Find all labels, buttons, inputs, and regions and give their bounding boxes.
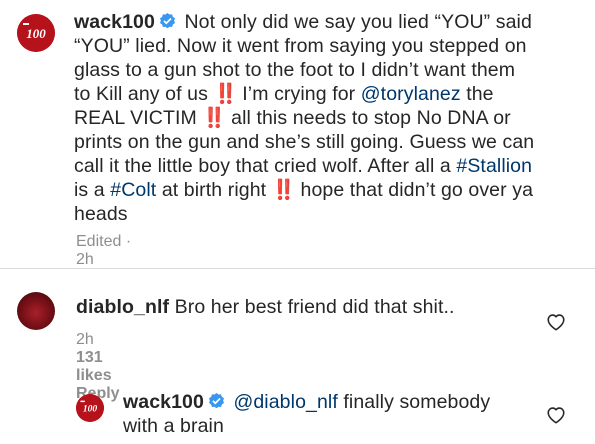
username-diablo[interactable]: diablo_nlf xyxy=(76,296,169,318)
verified-badge-icon xyxy=(208,393,224,409)
comment-text: glass to a gun shot to the foot to I did… xyxy=(74,58,589,82)
hashtag-link[interactable]: #Stallion xyxy=(456,155,532,177)
double-exclamation-icon: ‼️ xyxy=(271,179,296,201)
comment-line-1: wack100 Not only did we say you lied “YO… xyxy=(74,10,589,34)
comment-text: Not only did we say you lied “YOU” said xyxy=(184,11,531,33)
comment-text: Bro her best friend did that shit.. xyxy=(174,296,455,318)
comment-text: heads xyxy=(74,202,589,226)
comment-text-run: to Kill any of us xyxy=(74,83,214,105)
like-heart-icon[interactable] xyxy=(546,406,566,424)
likes-count[interactable]: 131 likes xyxy=(76,349,112,384)
comment-meta: Edited · 2h xyxy=(76,233,143,269)
svg-text:100: 100 xyxy=(26,26,46,41)
wack100-logo-icon: 100 xyxy=(17,14,55,52)
comment-text: with a brain xyxy=(123,414,543,438)
comment-text-run: hope that didn’t go over ya xyxy=(294,179,534,201)
avatar-wack100[interactable]: 100 xyxy=(17,14,55,52)
comment-time: 2h xyxy=(76,331,94,348)
comment-body: wack100 @diablo_nlf finally somebody wit… xyxy=(123,390,543,438)
comment-text: REAL VICTIM ‼️ all this needs to stop No… xyxy=(74,106,589,130)
username-wack100[interactable]: wack100 xyxy=(74,11,155,33)
double-exclamation-icon: ‼️ xyxy=(202,107,226,129)
comment-text-run: call it the little boy that cried wolf. … xyxy=(74,155,457,177)
wack100-logo-icon: 100 xyxy=(76,394,104,422)
comment-text-run: I’m crying for xyxy=(236,83,361,105)
comment-text: is a #Colt at birth right ‼️ hope that d… xyxy=(74,178,589,202)
username-wack100[interactable]: wack100 xyxy=(123,391,204,413)
comment-text-run: REAL VICTIM xyxy=(74,107,203,129)
edited-timestamp: Edited · 2h xyxy=(76,233,132,268)
comment-text-run: heads xyxy=(74,203,128,225)
comment-text-run: with a brain xyxy=(123,415,224,437)
comment-text: prints on the gun and she’s still going.… xyxy=(74,130,589,154)
hashtag-link[interactable]: #Colt xyxy=(110,179,156,201)
mention-link[interactable]: @diablo_nlf xyxy=(233,391,337,413)
comment-body: diablo_nlf Bro her best friend did that … xyxy=(76,295,546,319)
comment-text-run: is a xyxy=(74,179,111,201)
avatar-diablo[interactable] xyxy=(17,292,55,330)
comment-text-run: at birth right xyxy=(156,179,272,201)
verified-badge-icon xyxy=(159,13,175,29)
comment-text-run: Not only did we say you lied “YOU” said xyxy=(184,11,532,33)
comment-text-run: “YOU” lied. Now it went from saying you … xyxy=(74,35,527,57)
divider xyxy=(0,268,595,269)
comment-text-run: the xyxy=(460,83,494,105)
comment-text: to Kill any of us ‼️ I’m crying for @tor… xyxy=(74,82,589,106)
like-heart-icon[interactable] xyxy=(546,313,566,331)
svg-text:100: 100 xyxy=(83,404,98,415)
comment-text-run: glass to a gun shot to the foot to I did… xyxy=(74,59,516,81)
comment-text: @diablo_nlf finally somebody xyxy=(233,391,490,413)
comment-text: call it the little boy that cried wolf. … xyxy=(74,154,589,178)
comment-text: “YOU” lied. Now it went from saying you … xyxy=(74,34,589,58)
comment-text-run: finally somebody xyxy=(337,391,491,413)
comment-text-run: all this needs to stop No DNA or xyxy=(225,107,511,129)
comment-text-run: prints on the gun and she’s still going.… xyxy=(74,131,535,153)
mention-link[interactable]: @torylanez xyxy=(361,83,461,105)
avatar-wack100[interactable]: 100 xyxy=(76,394,104,422)
comment-line-1: wack100 @diablo_nlf finally somebody xyxy=(123,390,543,414)
comment-body: wack100 Not only did we say you lied “YO… xyxy=(74,10,589,226)
double-exclamation-icon: ‼️ xyxy=(213,83,237,105)
